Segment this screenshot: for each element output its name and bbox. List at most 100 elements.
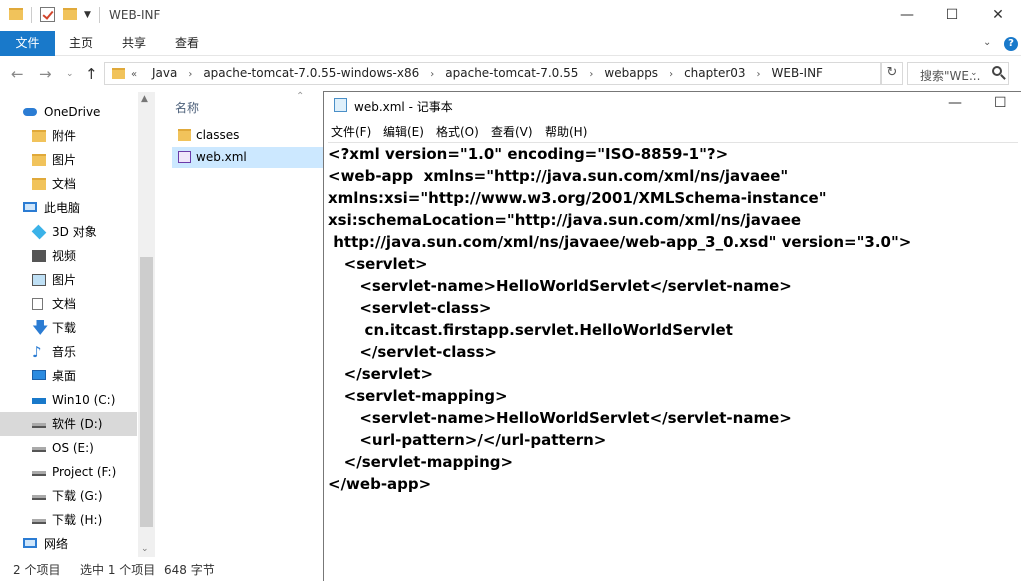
nav-item-label: OS (E:) — [52, 441, 94, 455]
menu-format[interactable]: 格式(O) — [436, 123, 479, 140]
selected-size: 648 字节 — [164, 563, 215, 577]
breadcrumb: « Java › apache-tomcat-7.0.55-windows-x86 ›… — [131, 66, 823, 80]
expand-ribbon-icon[interactable]: ⌄ — [983, 37, 991, 48]
notepad-maximize-button[interactable]: ☐ — [994, 95, 1007, 111]
file-item-web-xml[interactable]: web.xml — [172, 147, 324, 168]
nav-item[interactable]: 视频 — [0, 244, 137, 268]
minimize-button[interactable]: — — [884, 4, 930, 28]
nav-item[interactable]: 软件 (D:) — [0, 412, 137, 436]
chevron-right-icon[interactable]: › — [589, 69, 593, 80]
nav-item-label: Win10 (C:) — [52, 393, 116, 407]
nav-item[interactable]: 图片 — [0, 268, 137, 292]
nav-item-label: 附件 — [52, 129, 77, 143]
ribbon-tabs: 文件 主页 共享 查看 ⌄ ? — [0, 31, 1021, 56]
chevron-right-icon[interactable]: › — [757, 69, 761, 80]
notepad-text-area[interactable]: <?xml version="1.0" encoding="ISO-8859-1… — [328, 142, 1018, 580]
refresh-icon[interactable]: ↻ — [881, 62, 903, 85]
nav-item[interactable]: 文档 — [0, 292, 137, 316]
scroll-thumb[interactable] — [140, 257, 153, 527]
chevron-right-icon[interactable]: › — [669, 69, 673, 80]
nav-item[interactable]: 🡇 下载 — [0, 316, 137, 340]
documents-icon — [32, 298, 43, 310]
notepad-icon — [334, 98, 347, 112]
notepad-title: web.xml - 记事本 — [354, 100, 453, 114]
nav-item[interactable]: 3D 对象 — [0, 220, 137, 244]
nav-item-label: 下载 (H:) — [52, 513, 103, 527]
properties-check-icon[interactable] — [40, 7, 55, 22]
xml-file-icon — [178, 151, 191, 163]
nav-item[interactable]: 下载 (G:) — [0, 484, 137, 508]
tab-home[interactable]: 主页 — [56, 31, 106, 56]
chevron-right-icon[interactable]: › — [188, 69, 192, 80]
nav-item[interactable]: 附件 — [0, 124, 137, 148]
quick-access-dropdown-icon[interactable]: ▼ — [84, 10, 91, 20]
breadcrumb-item[interactable]: chapter03 — [684, 66, 745, 80]
nav-item[interactable]: OS (E:) — [0, 436, 137, 460]
tab-share[interactable]: 共享 — [109, 31, 159, 56]
nav-item[interactable]: 桌面 — [0, 364, 137, 388]
tab-view[interactable]: 查看 — [162, 31, 212, 56]
nav-item-label: 图片 — [52, 273, 77, 287]
nav-item[interactable]: OneDrive — [0, 100, 137, 124]
nav-item[interactable]: 文档 — [0, 172, 137, 196]
scroll-down-icon[interactable]: ⌄ — [141, 544, 149, 554]
drive-icon — [32, 519, 46, 524]
maximize-button[interactable]: ☐ — [929, 4, 975, 28]
nav-item[interactable]: 图片 — [0, 148, 137, 172]
drive-icon — [32, 447, 46, 452]
breadcrumb-item[interactable]: apache-tomcat-7.0.55-windows-x86 — [203, 66, 419, 80]
menu-view[interactable]: 查看(V) — [491, 123, 533, 140]
folder-icon — [9, 8, 23, 20]
scroll-up-icon[interactable]: ▲ — [141, 94, 148, 104]
menu-help[interactable]: 帮助(H) — [545, 123, 587, 140]
nav-item[interactable]: Win10 (C:) — [0, 388, 137, 412]
search-box[interactable]: 搜索"WE... — [907, 62, 1009, 85]
breadcrumb-item[interactable]: Java — [152, 66, 177, 80]
recent-locations-icon[interactable]: ⌄ — [66, 69, 74, 79]
nav-item[interactable]: 网络 — [0, 532, 137, 556]
address-bar[interactable]: « Java › apache-tomcat-7.0.55-windows-x86 ›… — [104, 62, 978, 85]
separator — [99, 7, 100, 23]
menu-file[interactable]: 文件(F) — [331, 123, 371, 140]
help-icon[interactable]: ? — [1004, 37, 1018, 51]
network-icon — [23, 538, 37, 548]
nav-item-label: 下载 (G:) — [52, 489, 103, 503]
file-item-classes[interactable]: classes — [172, 125, 324, 146]
column-header-name[interactable]: 名称 — [175, 99, 199, 116]
nav-scrollbar[interactable]: ▲ ⌄ — [138, 92, 155, 557]
notepad-minimize-button[interactable]: — — [948, 95, 962, 111]
folder-icon — [32, 130, 46, 142]
search-icon — [992, 66, 1002, 76]
up-arrow-icon[interactable]: ↑ — [85, 65, 98, 83]
breadcrumb-item[interactable]: apache-tomcat-7.0.55 — [445, 66, 578, 80]
explorer-title-bar: ▼ WEB-INF — ☐ ✕ — [0, 0, 1021, 31]
nav-item-label: 此电脑 — [44, 201, 81, 215]
notepad-window: web.xml - 记事本 — ☐ 文件(F) 编辑(E) 格式(O) 查看(V… — [323, 91, 1021, 581]
video-icon — [32, 250, 46, 262]
breadcrumb-item[interactable]: webapps — [604, 66, 658, 80]
breadcrumb-overflow[interactable]: « — [131, 69, 137, 80]
search-input[interactable]: 搜索"WE... — [920, 67, 980, 84]
folder-icon — [32, 178, 46, 190]
folder-icon — [112, 68, 125, 79]
nav-item-label: 视频 — [52, 249, 77, 263]
breadcrumb-item[interactable]: WEB-INF — [772, 66, 823, 80]
nav-item-label: 音乐 — [52, 345, 77, 359]
chevron-right-icon[interactable]: › — [430, 69, 434, 80]
file-name: classes — [196, 128, 240, 142]
close-button[interactable]: ✕ — [975, 4, 1021, 28]
nav-item[interactable]: Project (F:) — [0, 460, 137, 484]
nav-item[interactable]: 此电脑 — [0, 196, 137, 220]
3d-objects-icon — [31, 224, 47, 240]
new-folder-icon[interactable] — [63, 8, 77, 20]
nav-item-label: 网络 — [44, 537, 69, 551]
nav-item-label: 文档 — [52, 177, 77, 191]
nav-item-label: OneDrive — [44, 105, 101, 119]
menu-edit[interactable]: 编辑(E) — [383, 123, 424, 140]
forward-arrow-icon[interactable]: → — [39, 65, 52, 83]
nav-item[interactable]: 下载 (H:) — [0, 508, 137, 532]
drive-icon — [32, 423, 46, 428]
tab-file[interactable]: 文件 — [0, 31, 55, 56]
back-arrow-icon[interactable]: ← — [11, 65, 24, 83]
nav-item[interactable]: ♪ 音乐 — [0, 340, 137, 364]
